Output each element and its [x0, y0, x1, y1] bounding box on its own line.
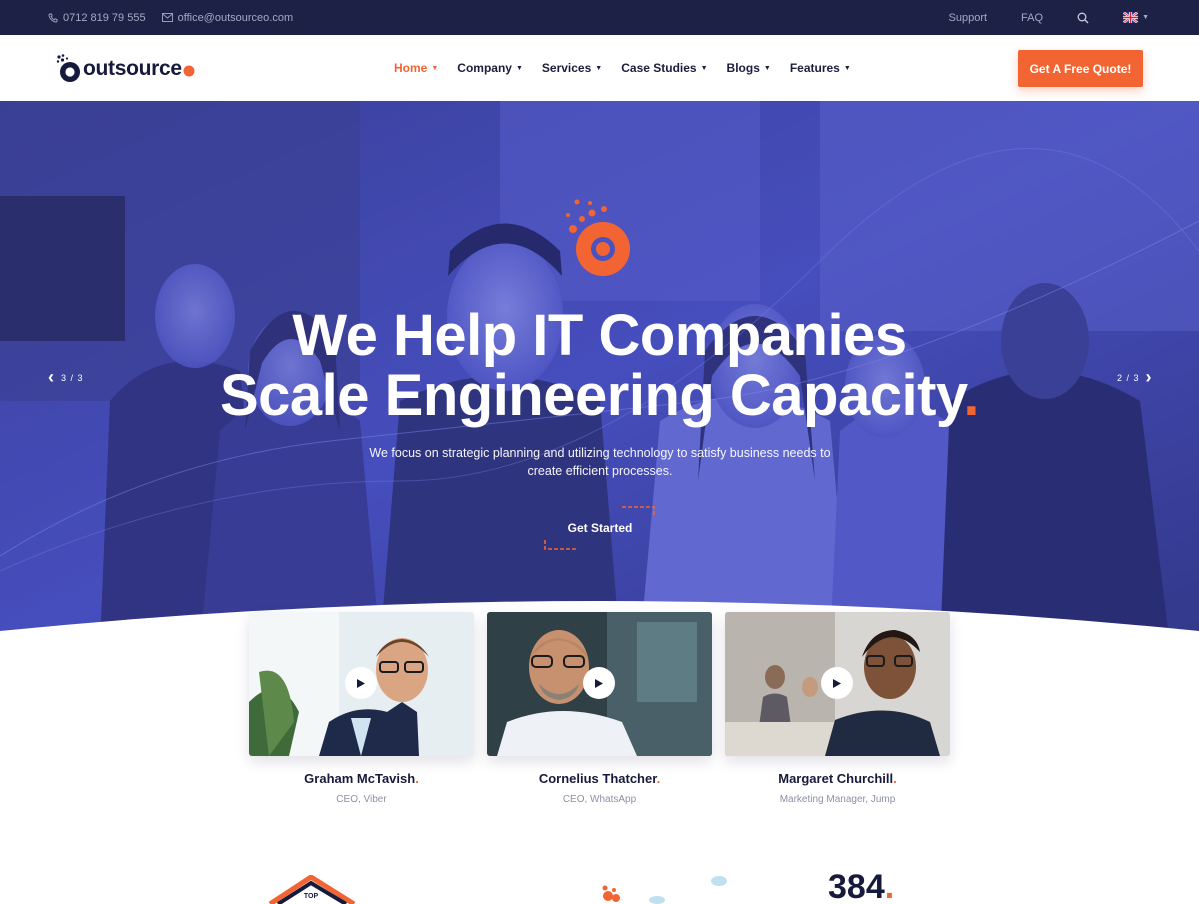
uk-flag-icon[interactable]: [1123, 12, 1139, 23]
nav-home[interactable]: Home ▼: [394, 61, 438, 75]
search-button[interactable]: [1077, 12, 1089, 24]
person-video-thumbnail[interactable]: [249, 612, 474, 756]
chevron-down-icon: ▼: [515, 64, 523, 72]
phone-contact[interactable]: 0712 819 79 555: [48, 12, 146, 24]
person-name-text: Graham McTavish: [304, 771, 416, 786]
nav-home-label: Home: [394, 61, 428, 75]
stat-dot: .: [884, 868, 895, 904]
person-name: Cornelius Thatcher.: [487, 771, 712, 786]
person-video-thumbnail[interactable]: [487, 612, 712, 756]
logo-dot-icon: [183, 65, 195, 77]
nav-company[interactable]: Company ▼: [457, 61, 523, 75]
person-role: Marketing Manager, Jump: [779, 794, 896, 805]
chevron-left-icon: ‹: [48, 367, 55, 387]
person-card: Cornelius Thatcher. CEO, WhatsApp: [487, 612, 712, 805]
hero-slider: We Help IT Companies Scale Engineering C…: [0, 101, 1199, 646]
nav-case-studies[interactable]: Case Studies ▼: [621, 61, 707, 75]
main-header: outsource Home ▼ Company ▼ Services ▼ Case …: [0, 35, 1199, 101]
chevron-down-icon: ▼: [595, 64, 603, 72]
language-caret-icon[interactable]: ▼: [1142, 14, 1149, 21]
stat-number: 384.: [828, 868, 894, 904]
mail-icon: [161, 13, 173, 22]
next-counter: 2 / 3: [1117, 372, 1140, 383]
nav-blogs[interactable]: Blogs ▼: [727, 61, 771, 75]
name-dot: .: [656, 771, 661, 786]
logo-mark-icon: [56, 54, 80, 82]
slider-prev[interactable]: ‹ 3 / 3: [48, 367, 84, 388]
hero-title-line2: Scale Engineering Capacity.: [0, 366, 1199, 426]
bracket-top-icon: [622, 506, 655, 516]
play-button[interactable]: [583, 667, 615, 699]
play-icon: [595, 678, 603, 688]
chevron-down-icon: ▼: [763, 64, 771, 72]
hero-title: We Help IT Companies Scale Engineering C…: [0, 306, 1199, 426]
main-navigation: Home ▼ Company ▼ Services ▼ Case Studies ▼ B…: [394, 35, 851, 101]
nav-services[interactable]: Services ▼: [542, 61, 602, 75]
person-video-thumbnail[interactable]: [725, 612, 950, 756]
phone-icon: [48, 13, 58, 22]
logo-text: outsource: [83, 57, 182, 80]
chevron-down-icon: ▼: [700, 64, 708, 72]
faq-link[interactable]: FAQ: [1021, 12, 1043, 24]
prev-counter: 3 / 3: [61, 372, 84, 383]
chevron-right-icon: ›: [1145, 367, 1153, 387]
hero-title-line2-text: Scale Engineering Capacity: [219, 363, 964, 428]
nav-features[interactable]: Features ▼: [790, 61, 851, 75]
support-link[interactable]: Support: [949, 12, 988, 24]
name-dot: .: [893, 771, 897, 786]
search-icon: [1077, 12, 1089, 23]
testimonial-cards: Graham McTavish. CEO, Viber Cornelius Th…: [249, 612, 950, 805]
person-card: Margaret Churchill. Marketing Manager, J…: [725, 612, 950, 805]
get-started-button[interactable]: Get Started: [544, 506, 656, 550]
slider-next[interactable]: 2 / 3 ›: [1117, 367, 1153, 388]
person-card: Graham McTavish. CEO, Viber: [249, 612, 474, 805]
decorative-dots-icon: [602, 876, 727, 904]
nav-features-label: Features: [789, 61, 840, 75]
play-icon: [357, 678, 365, 688]
email-address: office@outsourceo.com: [177, 11, 294, 24]
badge-text: TOP: [304, 893, 319, 900]
logo[interactable]: outsource: [55, 51, 195, 87]
top-bar: 0712 819 79 555 office@outsourceo.com Su…: [0, 0, 1199, 35]
get-started-label: Get Started: [567, 521, 633, 535]
person-name-text: Cornelius Thatcher: [538, 771, 657, 786]
stat-number-text: 384: [828, 868, 885, 904]
chevron-down-icon: ▼: [431, 64, 439, 72]
bracket-bottom-icon: [544, 540, 578, 550]
hero-title-line1: We Help IT Companies: [292, 303, 907, 368]
hero-subtitle: We focus on strategic planning and utili…: [369, 446, 831, 478]
free-quote-button[interactable]: Get A Free Quote!: [1018, 50, 1143, 87]
person-role: CEO, Viber: [336, 794, 387, 805]
nav-case-studies-label: Case Studies: [621, 61, 697, 75]
hero-title-dot: .: [963, 363, 980, 428]
play-button[interactable]: [345, 667, 377, 699]
top-badge-icon: TOP: [268, 875, 356, 904]
nav-blogs-label: Blogs: [726, 61, 760, 75]
person-name-text: Margaret Churchill: [778, 771, 894, 786]
chevron-down-icon: ▼: [843, 64, 851, 72]
play-button[interactable]: [821, 667, 853, 699]
person-name: Graham McTavish.: [249, 771, 474, 786]
nav-services-label: Services: [541, 61, 592, 75]
person-role: CEO, WhatsApp: [562, 794, 637, 805]
play-icon: [833, 678, 841, 688]
phone-number: 0712 819 79 555: [63, 11, 146, 24]
email-contact[interactable]: office@outsourceo.com: [161, 11, 294, 24]
nav-company-label: Company: [457, 61, 512, 75]
name-dot: .: [415, 771, 419, 786]
person-name: Margaret Churchill.: [725, 771, 950, 786]
